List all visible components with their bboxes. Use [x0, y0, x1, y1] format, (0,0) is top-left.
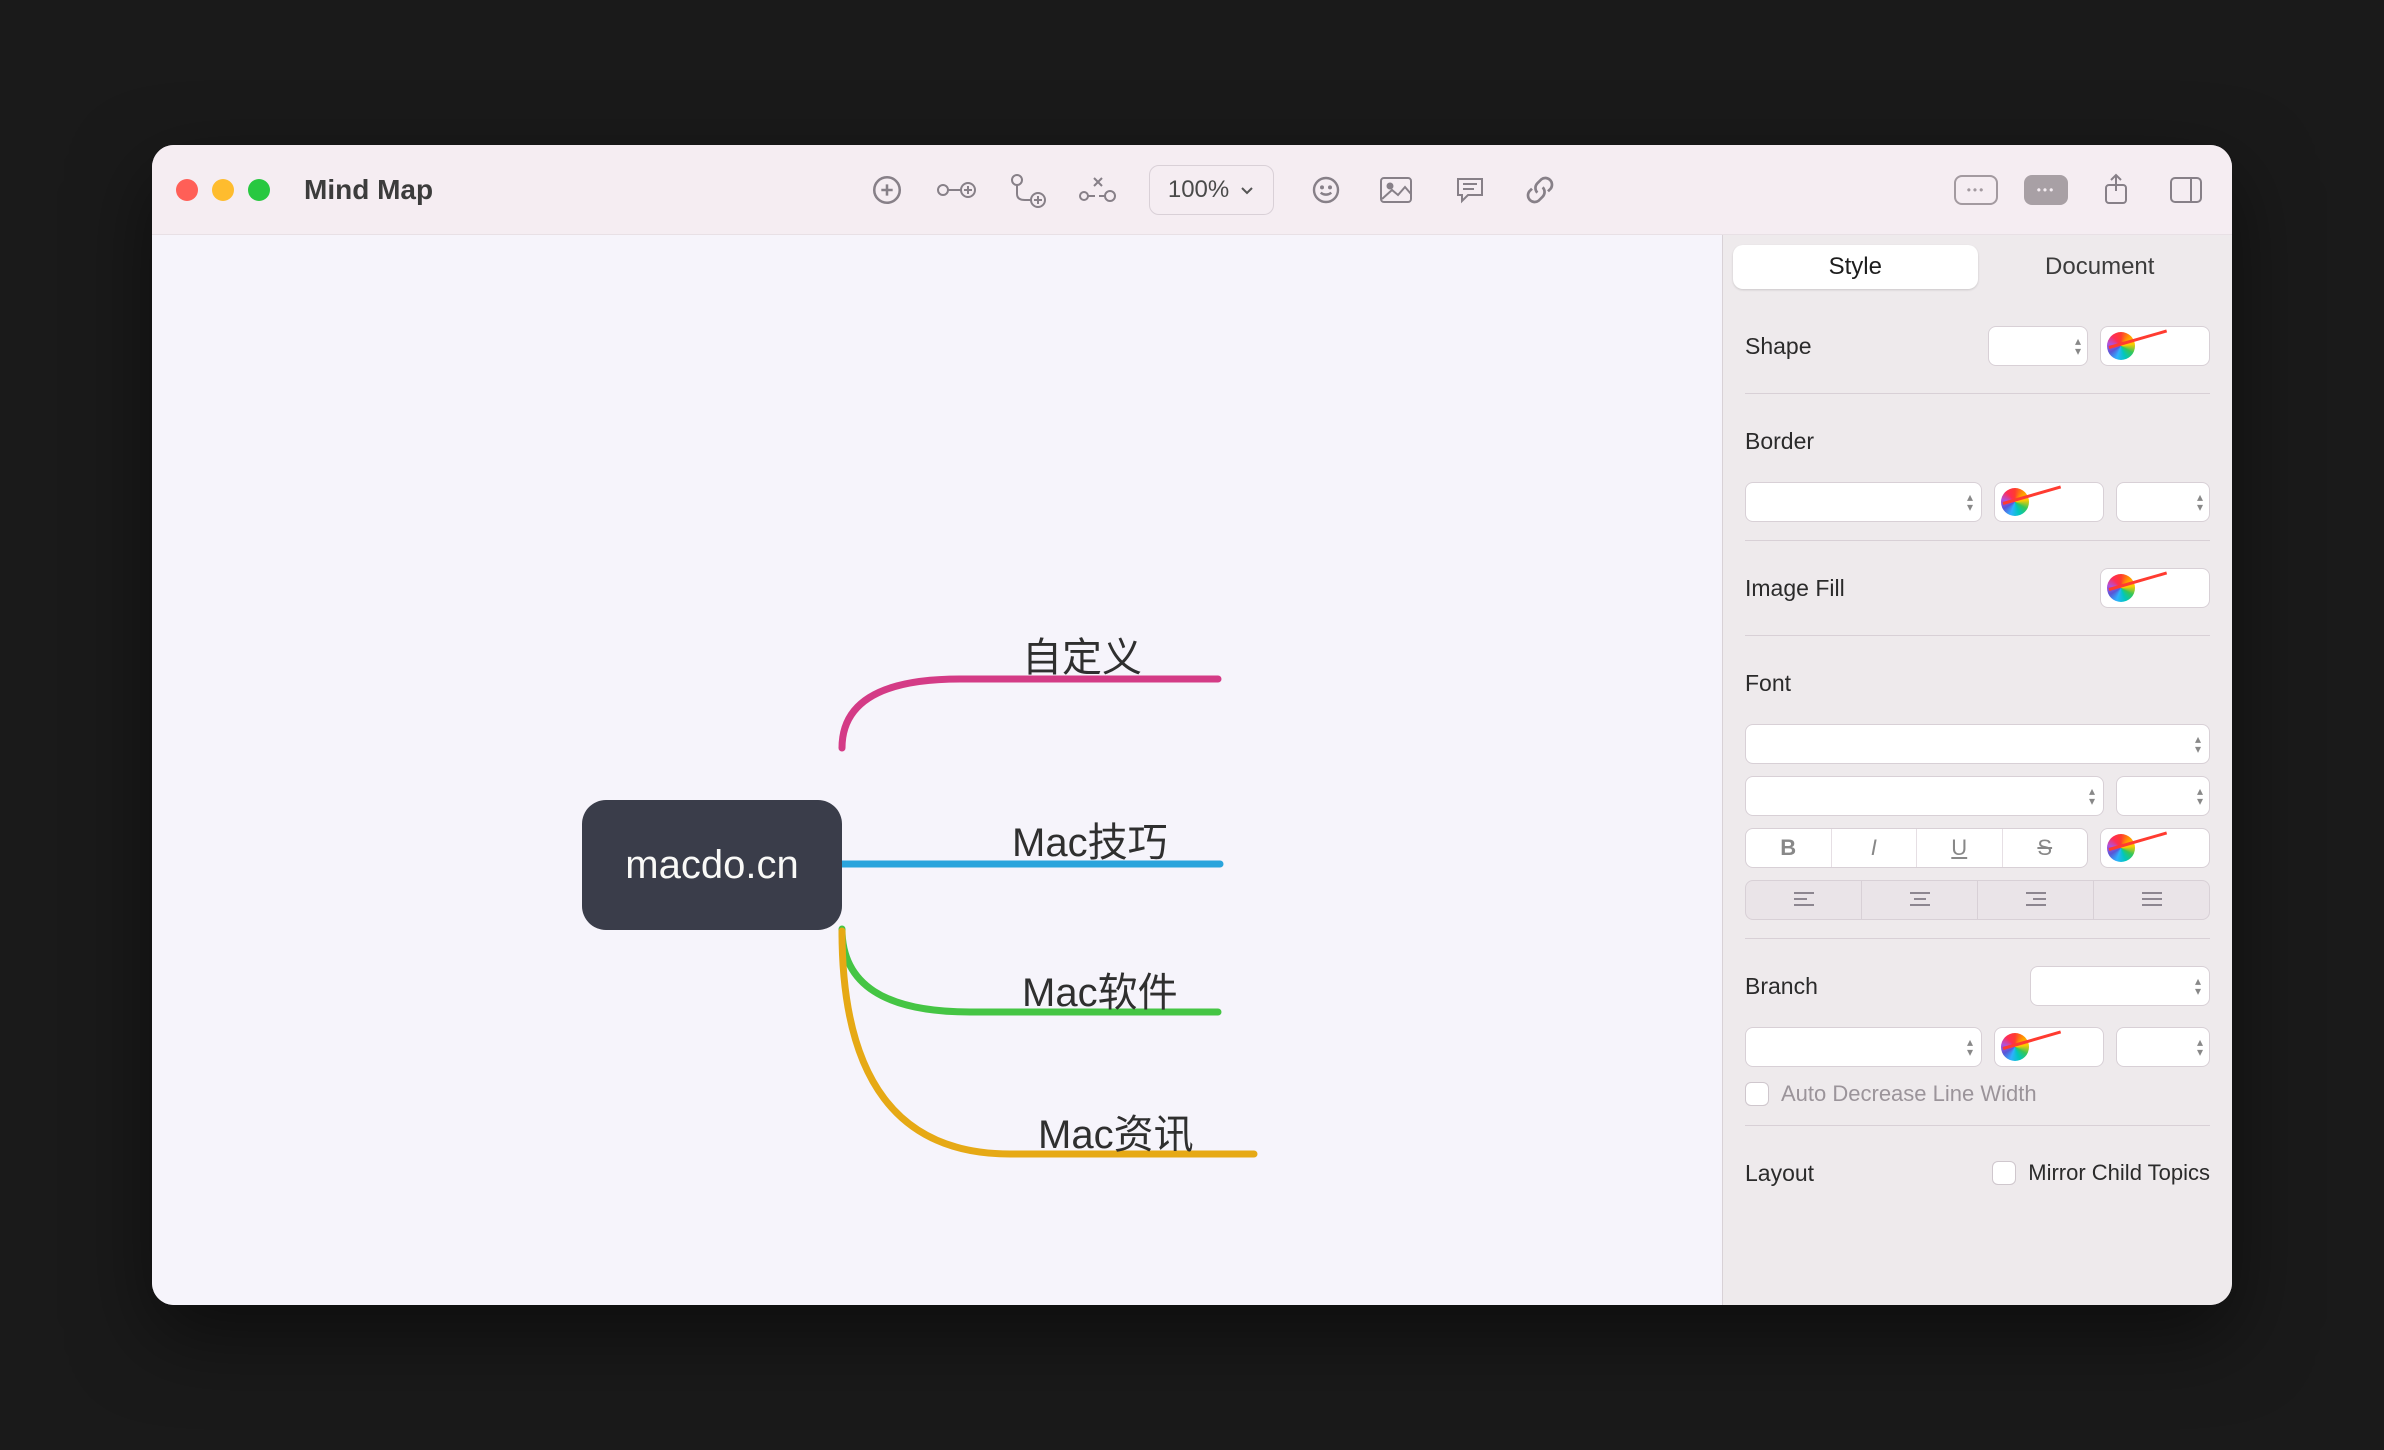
border-width-stepper[interactable]: ▴▾: [2116, 482, 2210, 522]
mindmap-branch-node[interactable]: Mac技巧: [1012, 810, 1168, 868]
disconnect-icon[interactable]: [1075, 168, 1119, 212]
mindmap-branch-label: 自定义: [1022, 636, 1142, 680]
italic-button[interactable]: I: [1832, 829, 1918, 867]
align-left-button[interactable]: [1746, 881, 1862, 919]
mirror-label: Mirror Child Topics: [2028, 1160, 2210, 1186]
font-weight-dropdown[interactable]: ▴▾: [1745, 776, 2104, 816]
mindmap-branch-label: Mac资讯: [1038, 1113, 1194, 1157]
inspector-sidebar: Style Document Shape ▴▾: [1722, 235, 2232, 1305]
align-right-button[interactable]: [1978, 881, 2094, 919]
mindmap-canvas[interactable]: macdo.cn 自定义 Mac技巧 Mac软件 Mac资讯: [152, 235, 1722, 1305]
zoom-value: 100%: [1168, 176, 1229, 204]
bold-button[interactable]: B: [1746, 829, 1832, 867]
border-color-picker[interactable]: [1994, 482, 2104, 522]
traffic-lights: [176, 179, 270, 201]
toolbar-center: 100%: [487, 165, 1940, 215]
border-label: Border: [1745, 428, 1814, 455]
branch-color-picker[interactable]: [1994, 1027, 2104, 1067]
strikethrough-button[interactable]: S: [2003, 829, 2088, 867]
mindmap-branch-node[interactable]: Mac软件: [1022, 960, 1178, 1018]
tab-style[interactable]: Style: [1733, 245, 1978, 289]
image-fill-color-picker[interactable]: [2100, 568, 2210, 608]
mindmap-branch-node[interactable]: 自定义: [1022, 625, 1142, 683]
note-icon[interactable]: [1448, 168, 1492, 212]
fullscreen-window-button[interactable]: [248, 179, 270, 201]
add-topic-icon[interactable]: [865, 168, 909, 212]
font-size-stepper[interactable]: ▴▾: [2116, 776, 2210, 816]
titlebar: Mind Map 100%: [152, 145, 2232, 235]
app-window: Mind Map 100%: [152, 145, 2232, 1305]
underline-button[interactable]: U: [1917, 829, 2003, 867]
font-color-picker[interactable]: [2100, 828, 2210, 868]
minimize-window-button[interactable]: [212, 179, 234, 201]
image-icon[interactable]: [1374, 168, 1418, 212]
tab-document[interactable]: Document: [1978, 245, 2223, 289]
mindmap-branch-label: Mac技巧: [1012, 821, 1168, 865]
border-style-dropdown[interactable]: ▴▾: [1745, 482, 1982, 522]
inspector-content: Shape ▴▾ Border: [1723, 299, 2232, 1305]
close-window-button[interactable]: [176, 179, 198, 201]
auto-decrease-label: Auto Decrease Line Width: [1781, 1081, 2037, 1107]
shape-label: Shape: [1745, 333, 1812, 360]
mirror-checkbox[interactable]: [1992, 1161, 2016, 1185]
shape-dropdown[interactable]: ▴▾: [1988, 326, 2088, 366]
align-center-button[interactable]: [1862, 881, 1978, 919]
branch-label: Branch: [1745, 973, 1818, 1000]
mindmap-branch-node[interactable]: Mac资讯: [1038, 1102, 1194, 1160]
auto-decrease-checkbox[interactable]: [1745, 1082, 1769, 1106]
branch-line-dropdown[interactable]: ▴▾: [1745, 1027, 1982, 1067]
share-icon[interactable]: [2094, 168, 2138, 212]
toolbar-right: ••• •••: [1954, 168, 2208, 212]
emoji-icon[interactable]: [1304, 168, 1348, 212]
add-child-icon[interactable]: [1005, 168, 1049, 212]
link-icon[interactable]: [1518, 168, 1562, 212]
mindmap-branch-label: Mac软件: [1022, 971, 1178, 1015]
mindmap-root-label: macdo.cn: [625, 843, 798, 888]
app-title: Mind Map: [304, 174, 433, 206]
shape-color-picker[interactable]: [2100, 326, 2210, 366]
layout-label: Layout: [1745, 1160, 1814, 1187]
align-justify-button[interactable]: [2094, 881, 2209, 919]
main-area: macdo.cn 自定义 Mac技巧 Mac软件 Mac资讯 Style: [152, 235, 2232, 1305]
font-family-dropdown[interactable]: ▴▾: [1745, 724, 2210, 764]
branch-style-dropdown[interactable]: ▴▾: [2030, 966, 2210, 1006]
add-sibling-icon[interactable]: [935, 168, 979, 212]
placeholder-filled-icon[interactable]: •••: [2024, 175, 2068, 205]
placeholder-outline-icon[interactable]: •••: [1954, 175, 1998, 205]
zoom-dropdown[interactable]: 100%: [1149, 165, 1274, 215]
toggle-sidebar-icon[interactable]: [2164, 168, 2208, 212]
font-label: Font: [1745, 670, 1791, 697]
inspector-tabs: Style Document: [1723, 235, 2232, 299]
mindmap-root-node[interactable]: macdo.cn: [582, 800, 842, 930]
branch-width-stepper[interactable]: ▴▾: [2116, 1027, 2210, 1067]
image-fill-label: Image Fill: [1745, 575, 1845, 602]
